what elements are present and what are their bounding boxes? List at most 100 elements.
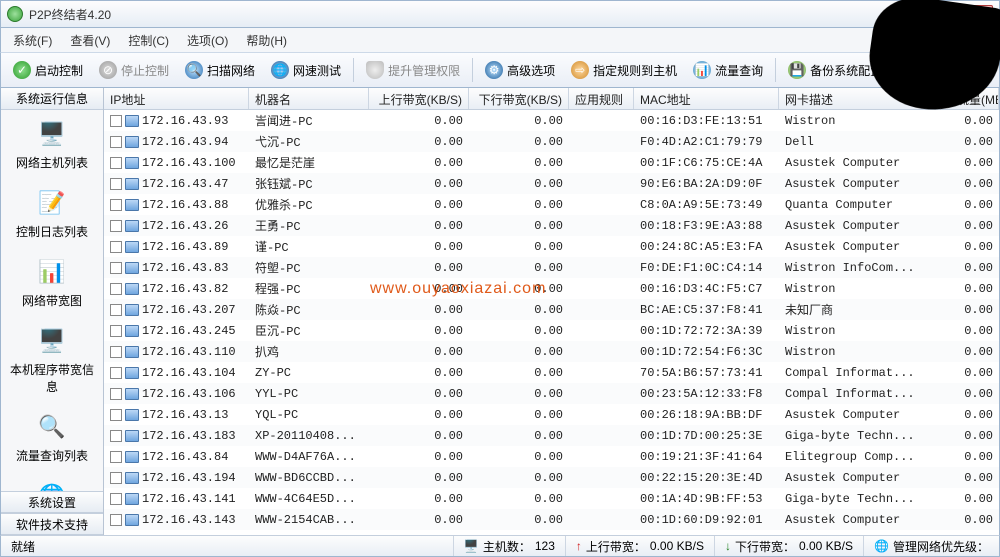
checkbox[interactable]: [110, 493, 122, 505]
pc-icon: [125, 304, 139, 316]
sidebar-top-tab[interactable]: 系统运行信息: [1, 88, 103, 110]
menu-view[interactable]: 查看(V): [64, 30, 116, 51]
separator: [775, 58, 776, 82]
table-row[interactable]: 172.16.43.94弋沉-PC0.000.00F0:4D:A2:C1:79:…: [104, 131, 999, 152]
sidebar-item-extra[interactable]: 🌐: [1, 472, 103, 491]
checkbox[interactable]: [110, 409, 122, 421]
assign-rule-button[interactable]: ⇨指定规则到主机: [565, 59, 683, 81]
arrow-up-icon: ↑: [576, 539, 582, 553]
sidebar-tech-support[interactable]: 软件技术支持: [1, 513, 103, 535]
checkbox[interactable]: [110, 388, 122, 400]
checkbox[interactable]: [110, 136, 122, 148]
pc-icon: [125, 157, 139, 169]
pc-icon: [125, 136, 139, 148]
table-row[interactable]: 172.16.43.207陈焱-PC0.000.00BC:AE:C5:37:F8…: [104, 299, 999, 320]
checkbox[interactable]: [110, 472, 122, 484]
col-rule[interactable]: 应用规则: [569, 88, 634, 109]
menu-control[interactable]: 控制(C): [122, 30, 175, 51]
status-ready: 就绪: [1, 536, 453, 556]
chart-icon: 📊: [693, 61, 711, 79]
checkbox[interactable]: [110, 178, 122, 190]
checkbox[interactable]: [110, 241, 122, 253]
stop-control-label: 停止控制: [121, 62, 169, 79]
col-up[interactable]: 上行带宽(KB/S): [369, 88, 469, 109]
shield-icon: [366, 61, 384, 79]
table-row[interactable]: 172.16.43.194WWW-BD6CCBD...0.000.0000:22…: [104, 467, 999, 488]
checkbox[interactable]: [110, 220, 122, 232]
checkbox[interactable]: [110, 367, 122, 379]
start-control-label: 启动控制: [35, 62, 83, 79]
checkbox[interactable]: [110, 535, 122, 536]
table-row[interactable]: 172.16.43.183XP-20110408...0.000.0000:1D…: [104, 425, 999, 446]
table-row[interactable]: 172.16.43.100最忆是茫崖0.000.0000:1F:C6:75:CE…: [104, 152, 999, 173]
checkbox[interactable]: [110, 262, 122, 274]
separator: [353, 58, 354, 82]
flow-query-label: 流量查询: [715, 62, 763, 79]
checkbox[interactable]: [110, 283, 122, 295]
table-row[interactable]: 172.16.43.82程强-PC0.000.0000:16:D3:4C:F5:…: [104, 278, 999, 299]
table-row[interactable]: 172.16.43.62WWW-002DC90...0.000.0000:1B:…: [104, 530, 999, 535]
advanced-options-button[interactable]: ⚙高级选项: [479, 59, 561, 81]
sidebar-system-settings[interactable]: 系统设置: [1, 491, 103, 513]
sidebar-item-hostlist[interactable]: 🖥️网络主机列表: [1, 110, 103, 179]
table-row[interactable]: 172.16.43.84WWW-D4AF76A...0.000.0000:19:…: [104, 446, 999, 467]
sidebar: 系统运行信息 🖥️网络主机列表 📝控制日志列表 📊网络带宽图 🖥️本机程序带宽信…: [1, 88, 104, 535]
sidebar-item-label: 网络主机列表: [16, 154, 88, 171]
elevate-button[interactable]: 提升管理权限: [360, 59, 466, 81]
menu-system[interactable]: 系统(F): [7, 30, 58, 51]
assign-icon: ⇨: [571, 61, 589, 79]
menu-options[interactable]: 选项(O): [181, 30, 234, 51]
table-row[interactable]: 172.16.43.89谨-PC0.000.0000:24:8C:A5:E3:F…: [104, 236, 999, 257]
table-row[interactable]: 172.16.43.104ZY-PC0.000.0070:5A:B6:57:73…: [104, 362, 999, 383]
checkbox[interactable]: [110, 430, 122, 442]
col-mac[interactable]: MAC地址: [634, 88, 779, 109]
pc-icon: [125, 367, 139, 379]
pc-icon: [125, 493, 139, 505]
checkbox[interactable]: [110, 325, 122, 337]
table-row[interactable]: 172.16.43.26王勇-PC0.000.0000:18:F3:9E:A3:…: [104, 215, 999, 236]
table-row[interactable]: 172.16.43.143WWW-2154CAB...0.000.0000:1D…: [104, 509, 999, 530]
speed-test-button[interactable]: 🌐网速测试: [265, 59, 347, 81]
col-dn[interactable]: 下行带宽(KB/S): [469, 88, 569, 109]
checkbox[interactable]: [110, 199, 122, 211]
sidebar-item-loglist[interactable]: 📝控制日志列表: [1, 179, 103, 248]
table-row[interactable]: 172.16.43.93訔闻进-PC0.000.0000:16:D3:FE:13…: [104, 110, 999, 131]
scan-network-button[interactable]: 🔍扫描网络: [179, 59, 261, 81]
table-row[interactable]: 172.16.43.106YYL-PC0.000.0000:23:5A:12:3…: [104, 383, 999, 404]
stop-control-button[interactable]: ⊘停止控制: [93, 59, 175, 81]
table-row[interactable]: 172.16.43.47张钰斌-PC0.000.0090:E6:BA:2A:D9…: [104, 173, 999, 194]
table-row[interactable]: 172.16.43.245臣沉-PC0.000.0000:1D:72:72:3A…: [104, 320, 999, 341]
pc-icon: [125, 262, 139, 274]
status-up-label: 上行带宽：: [586, 538, 646, 555]
table-row[interactable]: 172.16.43.141WWW-4C64E5D...0.000.0000:1A…: [104, 488, 999, 509]
table-row[interactable]: 172.16.43.88优雅杀-PC0.000.00C8:0A:A9:5E:73…: [104, 194, 999, 215]
col-ip[interactable]: IP地址: [104, 88, 249, 109]
table-row[interactable]: 172.16.43.110扒鸡0.000.0000:1D:72:54:F6:3C…: [104, 341, 999, 362]
app-icon: [7, 6, 23, 22]
globe-icon: 🌐: [36, 480, 68, 491]
table-row[interactable]: 172.16.43.13YQL-PC0.000.0000:26:18:9A:BB…: [104, 404, 999, 425]
start-control-button[interactable]: ✓启动控制: [7, 59, 89, 81]
checkbox[interactable]: [110, 514, 122, 526]
checkbox[interactable]: [110, 451, 122, 463]
menu-help[interactable]: 帮助(H): [240, 30, 293, 51]
sidebar-item-bandwidth[interactable]: 📊网络带宽图: [1, 248, 103, 317]
checkbox[interactable]: [110, 115, 122, 127]
statusbar: 就绪 🖥️ 主机数：123 ↑上行带宽：0.00 KB/S ↓下行带宽：0.00…: [0, 535, 1000, 557]
checkbox[interactable]: [110, 346, 122, 358]
col-name[interactable]: 机器名: [249, 88, 369, 109]
table-row[interactable]: 172.16.43.83符塱-PC0.000.00F0:DE:F1:0C:C4:…: [104, 257, 999, 278]
scan-network-label: 扫描网络: [207, 62, 255, 79]
flow-query-button[interactable]: 📊流量查询: [687, 59, 769, 81]
status-priority: 🌐 管理网络优先级：: [863, 536, 999, 556]
pc-icon: [125, 535, 139, 536]
speed-test-label: 网速测试: [293, 62, 341, 79]
checkbox[interactable]: [110, 157, 122, 169]
status-dn-value: 0.00 KB/S: [799, 539, 853, 553]
status-priority-label: 管理网络优先级：: [893, 538, 989, 555]
pc-icon: [125, 472, 139, 484]
checkbox[interactable]: [110, 304, 122, 316]
table-body[interactable]: 172.16.43.93訔闻进-PC0.000.0000:16:D3:FE:13…: [104, 110, 999, 535]
sidebar-item-flowquery[interactable]: 🔍流量查询列表: [1, 403, 103, 472]
sidebar-item-localbw[interactable]: 🖥️本机程序带宽信息: [1, 317, 103, 403]
